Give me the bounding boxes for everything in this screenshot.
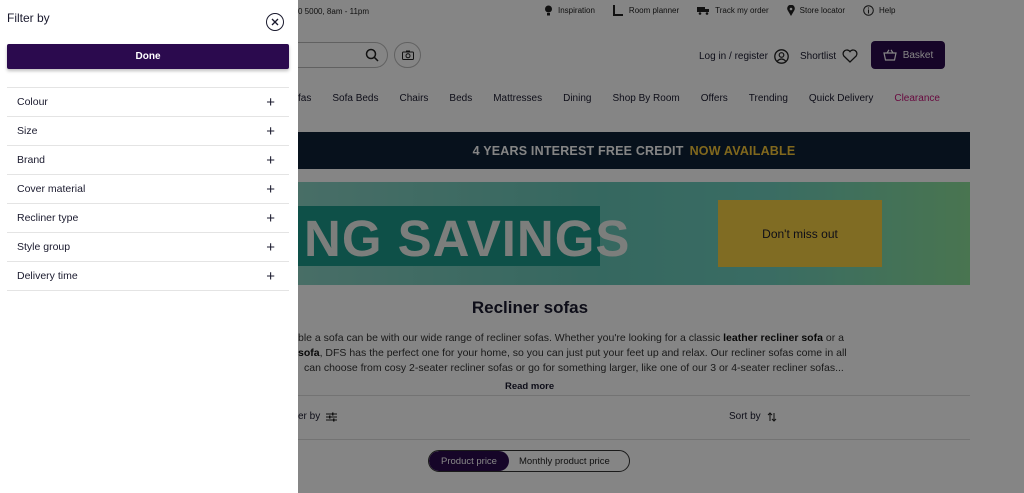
plus-icon: + [266,209,275,227]
plus-icon: + [266,151,275,169]
filter-label: Colour [17,96,48,108]
filter-label: Size [17,125,38,137]
filter-label: Cover material [17,183,86,195]
plus-icon: + [266,238,275,256]
filter-style-group[interactable]: Style group + [7,233,289,262]
plus-icon: + [266,180,275,198]
drawer-title: Filter by [7,11,50,25]
filter-label: Style group [17,241,71,253]
close-icon [271,18,279,26]
done-button[interactable]: Done [7,44,289,69]
filter-delivery-time[interactable]: Delivery time + [7,262,289,291]
plus-icon: + [266,122,275,140]
filter-list: Colour + Size + Brand + Cover material +… [7,87,289,291]
filter-drawer: Filter by Done Colour + Size + Brand + C… [0,0,298,493]
filter-label: Delivery time [17,270,78,282]
close-drawer-button[interactable] [266,13,284,31]
filter-label: Brand [17,154,46,166]
filter-label: Recliner type [17,212,79,224]
filter-colour[interactable]: Colour + [7,88,289,117]
filter-size[interactable]: Size + [7,117,289,146]
filter-brand[interactable]: Brand + [7,146,289,175]
plus-icon: + [266,267,275,285]
plus-icon: + [266,93,275,111]
filter-recliner-type[interactable]: Recliner type + [7,204,289,233]
filter-cover-material[interactable]: Cover material + [7,175,289,204]
